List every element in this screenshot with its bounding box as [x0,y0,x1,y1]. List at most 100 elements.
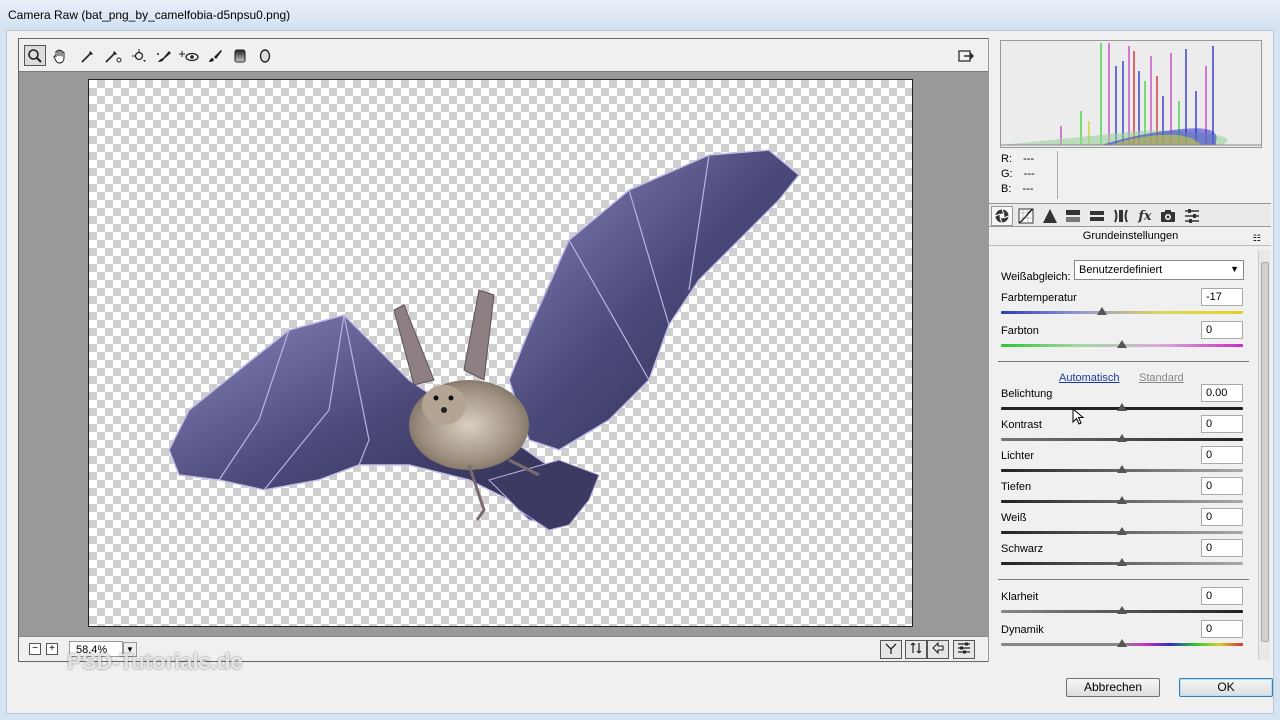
tab-tone-curve-icon[interactable] [1015,206,1037,226]
image-canvas[interactable] [88,79,913,627]
tab-detail-icon[interactable] [1039,206,1061,226]
mouse-cursor-icon [1072,408,1085,425]
radial-filter-icon[interactable] [254,45,276,66]
slider-row-lichter[interactable]: Lichter 0 [1001,446,1243,480]
targeted-adjustment-tool-icon[interactable] [128,45,150,66]
slider-value-field[interactable]: 0 [1201,508,1243,526]
tint-thumb[interactable] [1117,340,1127,348]
slider-row-schwarz[interactable]: Schwarz 0 [1001,539,1243,573]
temperature-slider[interactable]: Farbtemperatur -17 [1001,288,1243,322]
slider-value-field[interactable]: 0 [1201,446,1243,464]
color-sampler-tool-icon[interactable] [102,45,124,66]
preview-pane: − + 58,4% ▼ [18,38,989,662]
watermark-text: PSD-Tutorials.de [67,649,243,674]
zoom-tool-icon[interactable] [24,45,46,66]
slider-value-field[interactable]: 0 [1201,620,1243,638]
fullscreen-toggle-icon[interactable] [955,45,977,66]
slider-label: Weiß [1001,512,1027,524]
slider-thumb[interactable] [1117,403,1127,411]
copy-settings-icon[interactable] [927,640,949,659]
spot-removal-tool-icon[interactable] [153,45,175,66]
tint-value[interactable]: 0 [1201,321,1243,339]
white-balance-tool-icon[interactable] [77,45,99,66]
view-settings-icon[interactable] [953,640,975,659]
slider-row-klarheit[interactable]: Klarheit 0 [1001,587,1243,621]
auto-link[interactable]: Automatisch [1059,372,1120,384]
section-title: Grundeinstellungen [989,230,1271,246]
tab-camera-calibration-icon[interactable] [1157,206,1179,226]
standard-link[interactable]: Standard [1139,372,1184,384]
slider-row-weiß[interactable]: Weiß 0 [1001,508,1243,542]
panel-menu-icon[interactable]: ☷ [1253,233,1261,244]
scrollbar-thumb[interactable] [1261,262,1269,642]
r-value: --- [1023,153,1035,165]
graduated-filter-icon[interactable] [229,45,251,66]
slider-label: Dynamik [1001,624,1044,636]
temperature-label: Farbtemperatur [1001,292,1077,304]
title-bar: Camera Raw (bat_png_by_camelfobia-d5npsu… [0,0,1280,30]
slider-label: Kontrast [1001,419,1042,431]
temperature-thumb[interactable] [1097,307,1107,315]
tab-presets-icon[interactable] [1181,206,1203,226]
tint-label: Farbton [1001,325,1039,337]
before-after-toggle-icon[interactable] [880,640,902,659]
adjustment-brush-icon[interactable] [204,45,226,66]
zoom-out-button[interactable]: − [29,643,41,655]
slider-thumb[interactable] [1117,434,1127,442]
tint-slider[interactable]: Farbton 0 [1001,321,1243,355]
tab-effects-icon[interactable]: fx [1134,206,1156,226]
slider-thumb[interactable] [1117,606,1127,614]
slider-value-field[interactable]: 0 [1201,415,1243,433]
window-title: Camera Raw (bat_png_by_camelfobia-d5npsu… [8,8,291,22]
slider-thumb[interactable] [1117,496,1127,504]
slider-value-field[interactable]: 0 [1201,477,1243,495]
rgb-readout: R: --- G: --- B: --- [1001,152,1035,197]
g-label: G: [1001,168,1013,180]
settings-panel: R: --- G: --- B: --- fx Grundeinstellung… [988,38,1271,662]
slider-value-field[interactable]: 0.00 [1201,384,1243,402]
section-divider [998,579,1249,580]
bat-image [168,149,801,531]
temperature-track [1001,311,1243,314]
slider-label: Schwarz [1001,543,1044,555]
white-balance-value: Benutzerdefiniert [1079,264,1163,276]
slider-value-field[interactable]: 0 [1201,539,1243,557]
slider-thumb[interactable] [1117,465,1127,473]
zoom-in-button[interactable]: + [46,643,58,655]
cancel-button[interactable]: Abbrechen [1066,678,1160,697]
temperature-value[interactable]: -17 [1201,288,1243,306]
panel-scrollbar[interactable] [1258,250,1270,660]
slider-value-field[interactable]: 0 [1201,587,1243,605]
chevron-down-icon: ▼ [1230,264,1239,274]
slider-label: Klarheit [1001,591,1039,603]
swap-settings-icon[interactable] [905,640,927,659]
histogram [1000,40,1262,148]
white-balance-select[interactable]: Benutzerdefiniert ▼ [1074,260,1244,280]
slider-row-belichtung[interactable]: Belichtung 0.00 [1001,384,1243,418]
tab-hsl-icon[interactable] [1062,206,1084,226]
r-label: R: [1001,153,1012,165]
slider-row-kontrast[interactable]: Kontrast 0 [1001,415,1243,449]
white-balance-label: Weißabgleich: [1001,271,1071,283]
section-divider [998,361,1249,362]
slider-label: Tiefen [1001,481,1032,493]
tool-bar [19,39,988,72]
slider-thumb[interactable] [1117,558,1127,566]
slider-thumb[interactable] [1117,527,1127,535]
ok-button[interactable]: OK [1179,678,1273,697]
slider-label: Belichtung [1001,388,1053,400]
g-value: --- [1023,168,1035,180]
b-value: --- [1022,183,1034,195]
camera-raw-dialog: − + 58,4% ▼ PSD-Tutorials.de R: --- G: -… [6,30,1274,714]
tab-split-toning-icon[interactable] [1086,206,1108,226]
panel-tabs: fx [989,203,1271,227]
histogram-graph [1001,41,1261,147]
tab-basic-icon[interactable] [991,206,1013,226]
slider-row-dynamik[interactable]: Dynamik 0 [1001,620,1243,654]
hand-tool-icon[interactable] [49,45,71,66]
red-eye-removal-tool-icon[interactable] [178,45,200,66]
slider-thumb[interactable] [1117,639,1127,647]
tab-lens-corrections-icon[interactable] [1110,206,1132,226]
b-label: B: [1001,183,1012,195]
slider-row-tiefen[interactable]: Tiefen 0 [1001,477,1243,511]
